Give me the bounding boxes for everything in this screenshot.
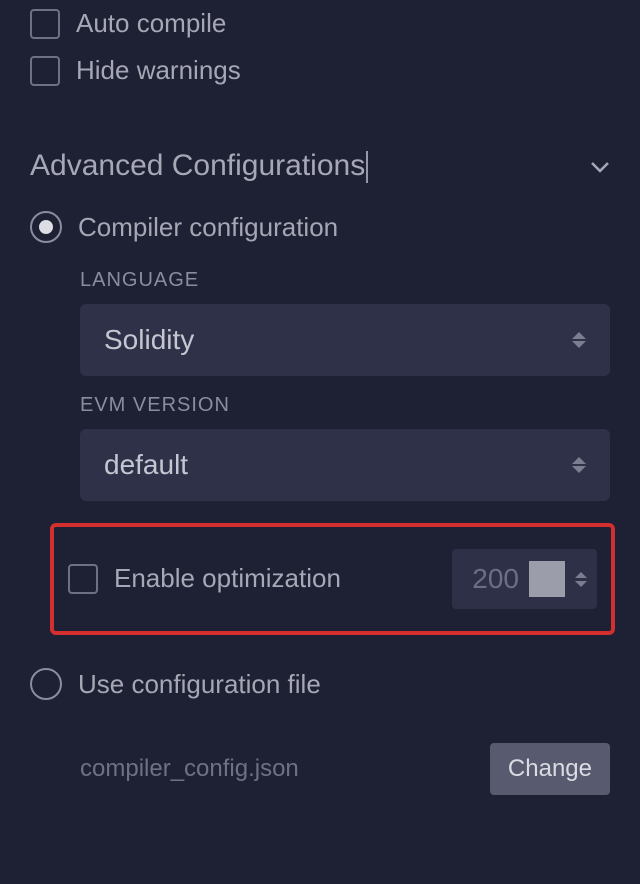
hide-warnings-checkbox[interactable]	[30, 56, 60, 86]
language-field-label: LANGUAGE	[80, 269, 610, 292]
use-configuration-file-radio[interactable]	[30, 668, 62, 700]
compiler-configuration-label: Compiler configuration	[78, 212, 338, 243]
number-block	[529, 561, 565, 597]
sort-arrows-icon	[572, 332, 586, 348]
advanced-configurations-title: Advanced Configurations	[30, 149, 365, 183]
optimization-runs-value: 200	[472, 563, 519, 595]
evm-version-select[interactable]: default	[80, 429, 610, 501]
enable-optimization-label: Enable optimization	[114, 561, 341, 596]
language-select[interactable]: Solidity	[80, 304, 610, 376]
optimization-highlight-box: Enable optimization 200	[50, 523, 615, 635]
chevron-down-icon[interactable]	[590, 160, 610, 172]
auto-compile-label: Auto compile	[76, 8, 226, 39]
hide-warnings-label: Hide warnings	[76, 55, 241, 86]
optimization-runs-input[interactable]: 200	[452, 549, 597, 609]
stepper-arrows-icon[interactable]	[575, 572, 587, 587]
auto-compile-checkbox[interactable]	[30, 9, 60, 39]
sort-arrows-icon	[572, 457, 586, 473]
config-filename: compiler_config.json	[80, 755, 299, 783]
compiler-configuration-radio[interactable]	[30, 211, 62, 243]
evm-version-select-value: default	[104, 449, 188, 481]
language-select-value: Solidity	[104, 324, 194, 356]
use-configuration-file-label: Use configuration file	[78, 669, 321, 700]
change-button[interactable]: Change	[490, 743, 610, 795]
evm-version-field-label: EVM VERSION	[80, 394, 610, 417]
enable-optimization-checkbox[interactable]	[68, 564, 98, 594]
